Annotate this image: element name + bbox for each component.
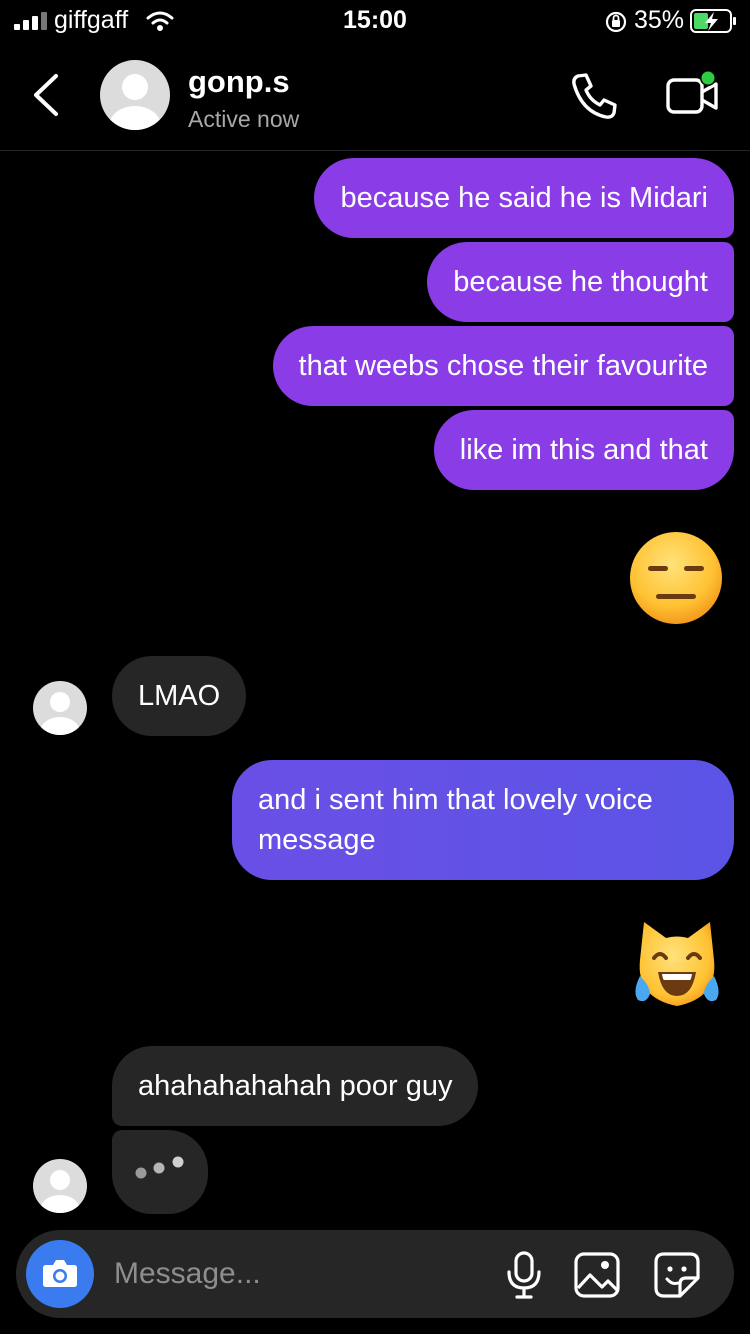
message-input[interactable] — [112, 1248, 476, 1300]
message-bubble-sent[interactable]: that weebs chose their favourite — [272, 326, 734, 406]
message-bubble-sent[interactable]: because he thought — [427, 242, 734, 322]
chat-header: gonp.s Active now — [0, 52, 750, 151]
expressionless-face-emoji[interactable] — [628, 530, 724, 626]
video-call-icon[interactable] — [664, 70, 724, 122]
typing-indicator-icon — [135, 1156, 184, 1179]
camera-button[interactable] — [26, 1240, 94, 1308]
contact-username[interactable]: gonp.s — [188, 64, 290, 100]
back-chevron-icon[interactable] — [26, 72, 66, 118]
camera-icon — [43, 1260, 77, 1287]
sticker-icon[interactable] — [652, 1250, 702, 1300]
typing-indicator — [112, 1130, 208, 1214]
message-bubble-sent[interactable]: and i sent him that lovely voice message — [232, 760, 734, 880]
battery-percent: 35% — [634, 6, 685, 34]
microphone-icon[interactable] — [504, 1250, 544, 1300]
sender-avatar[interactable] — [33, 1159, 87, 1213]
default-avatar-icon — [109, 74, 161, 130]
default-avatar-icon — [40, 1170, 80, 1213]
online-indicator — [701, 71, 715, 85]
sender-avatar[interactable] — [33, 681, 87, 735]
contact-avatar[interactable] — [100, 60, 170, 130]
status-bar: giffgaff 15:00 35% — [0, 0, 750, 44]
phone-icon[interactable] — [568, 70, 620, 122]
cat-tears-of-joy-emoji[interactable] — [628, 916, 726, 1014]
message-bubble-received[interactable]: LMAO — [112, 656, 247, 736]
default-avatar-icon — [40, 692, 80, 735]
orientation-lock-icon — [605, 11, 627, 33]
contact-status: Active now — [188, 106, 300, 132]
message-bubble-sent[interactable]: like im this and that — [433, 410, 734, 490]
gallery-icon[interactable] — [572, 1250, 622, 1300]
message-bubble-received[interactable]: ahahahahahah poor guy — [112, 1046, 479, 1126]
message-bubble-sent[interactable]: because he said he is Midari — [314, 158, 734, 238]
battery-charging-icon — [690, 9, 736, 33]
message-composer — [16, 1230, 734, 1318]
